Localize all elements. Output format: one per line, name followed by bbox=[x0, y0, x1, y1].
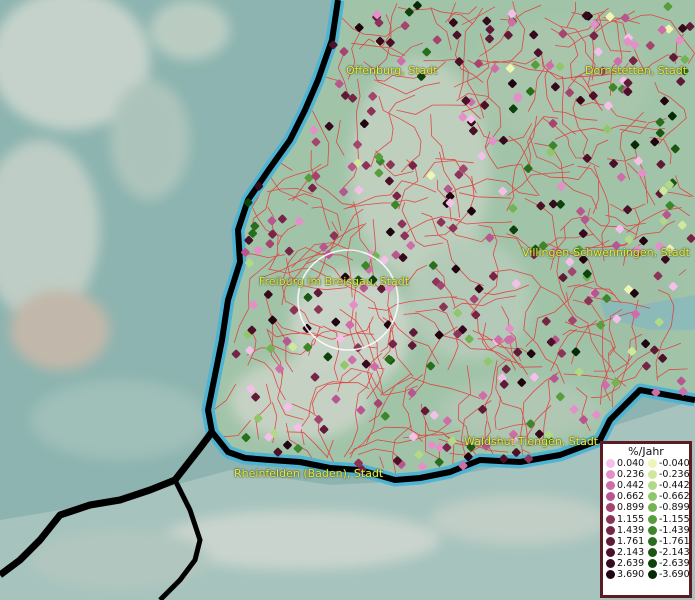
legend-value: -2.143 bbox=[659, 546, 690, 558]
legend-value: 1.155 bbox=[617, 513, 645, 525]
legend-rows: 0.040 -0.040 0.236 -0.236 0.442 -0.442 0.662 -0… bbox=[603, 458, 690, 580]
legend-swatch bbox=[606, 525, 615, 535]
legend-swatch bbox=[606, 470, 615, 480]
legend-swatch bbox=[606, 503, 615, 513]
city-label-dornstetten: Dornstetten, Stadt bbox=[585, 64, 688, 77]
legend-value: -2.639 bbox=[659, 557, 690, 569]
legend-swatch bbox=[648, 503, 657, 513]
legend-positive-entry: 0.899 bbox=[603, 502, 645, 513]
legend-swatch bbox=[606, 547, 615, 557]
city-label-villingen: Villingen-Schwenningen, Stadt bbox=[522, 246, 690, 259]
legend-positive-entry: 0.040 bbox=[603, 458, 645, 469]
legend-swatch bbox=[606, 569, 615, 579]
legend-value: 2.639 bbox=[617, 557, 645, 569]
legend-value: 0.442 bbox=[617, 480, 645, 492]
legend-value: -0.236 bbox=[659, 469, 690, 481]
legend-value: 1.439 bbox=[617, 524, 645, 536]
legend-row: 0.662 -0.662 bbox=[603, 491, 690, 503]
legend-swatch bbox=[648, 547, 657, 557]
legend-row: 2.639 -2.639 bbox=[603, 557, 690, 569]
legend-negative-entry: -2.143 bbox=[645, 546, 690, 558]
legend-row: 3.690 -3.690 bbox=[603, 568, 690, 580]
legend-value: -1.155 bbox=[659, 513, 690, 525]
relief-map[interactable] bbox=[0, 0, 695, 600]
legend-negative-entry: -1.155 bbox=[645, 513, 690, 525]
legend-row: 1.439 -1.439 bbox=[603, 524, 690, 536]
legend-value: 1.761 bbox=[617, 535, 645, 547]
legend-positive-entry: 2.143 bbox=[603, 547, 645, 558]
legend-title: %/Jahr bbox=[628, 445, 664, 458]
legend-swatch bbox=[606, 481, 615, 491]
legend-negative-entry: -0.040 bbox=[645, 458, 690, 470]
legend-value: -0.040 bbox=[659, 458, 690, 470]
legend: %/Jahr 0.040 -0.040 0.236 -0.236 0.442 -0.442… bbox=[600, 441, 692, 598]
city-label-offenburg: Offenburg, Stadt bbox=[346, 64, 438, 77]
legend-value: 3.690 bbox=[617, 568, 645, 580]
legend-swatch bbox=[648, 470, 657, 480]
legend-swatch bbox=[648, 525, 657, 535]
legend-value: 0.662 bbox=[617, 491, 645, 503]
legend-positive-entry: 1.155 bbox=[603, 513, 645, 525]
city-label-freiburg: Freiburg im Breisgau, Stadt bbox=[259, 275, 410, 288]
legend-positive-entry: 2.639 bbox=[603, 558, 645, 569]
legend-negative-entry: -0.442 bbox=[645, 480, 690, 492]
legend-value: -3.690 bbox=[659, 568, 690, 580]
legend-swatch bbox=[606, 492, 615, 502]
legend-positive-entry: 1.439 bbox=[603, 525, 645, 536]
legend-value: 2.143 bbox=[617, 546, 645, 558]
legend-value: -0.662 bbox=[659, 491, 690, 503]
legend-swatch bbox=[648, 514, 657, 524]
legend-value: 0.899 bbox=[617, 502, 645, 514]
legend-positive-entry: 0.662 bbox=[603, 491, 645, 502]
legend-negative-entry: -0.662 bbox=[645, 491, 690, 503]
legend-value: 0.236 bbox=[617, 469, 645, 481]
legend-row: 1.761 -1.761 bbox=[603, 535, 690, 547]
legend-positive-entry: 1.761 bbox=[603, 536, 645, 547]
legend-swatch bbox=[648, 492, 657, 502]
legend-swatch bbox=[606, 459, 615, 469]
city-label-waldshut: Waldshut-Tiengen, Stadt bbox=[464, 435, 599, 448]
legend-negative-entry: -0.236 bbox=[645, 469, 690, 481]
legend-swatch bbox=[648, 569, 657, 579]
legend-row: 1.155 -1.155 bbox=[603, 513, 690, 525]
legend-negative-entry: -1.439 bbox=[645, 524, 690, 536]
legend-swatch bbox=[606, 536, 615, 546]
legend-swatch bbox=[648, 558, 657, 568]
legend-row: 0.236 -0.236 bbox=[603, 469, 690, 481]
legend-value: -0.899 bbox=[659, 502, 690, 514]
legend-negative-entry: -3.690 bbox=[645, 568, 690, 580]
legend-negative-entry: -1.761 bbox=[645, 535, 690, 547]
city-label-rheinfelden: Rheinfelden (Baden), Stadt bbox=[234, 467, 384, 480]
legend-value: -0.442 bbox=[659, 480, 690, 492]
legend-row: 2.143 -2.143 bbox=[603, 546, 690, 558]
legend-value: 0.040 bbox=[617, 458, 645, 470]
legend-row: 0.442 -0.442 bbox=[603, 480, 690, 492]
legend-swatch bbox=[648, 459, 657, 469]
legend-swatch bbox=[648, 536, 657, 546]
legend-swatch bbox=[648, 481, 657, 491]
legend-negative-entry: -2.639 bbox=[645, 557, 690, 569]
legend-row: 0.899 -0.899 bbox=[603, 502, 690, 514]
legend-positive-entry: 0.236 bbox=[603, 469, 645, 480]
legend-value: -1.439 bbox=[659, 524, 690, 536]
legend-positive-entry: 0.442 bbox=[603, 480, 645, 491]
legend-swatch bbox=[606, 514, 615, 524]
legend-swatch bbox=[606, 558, 615, 568]
legend-value: -1.761 bbox=[659, 535, 690, 547]
legend-positive-entry: 3.690 bbox=[603, 569, 645, 580]
legend-negative-entry: -0.899 bbox=[645, 502, 690, 514]
legend-row: 0.040 -0.040 bbox=[603, 458, 690, 470]
